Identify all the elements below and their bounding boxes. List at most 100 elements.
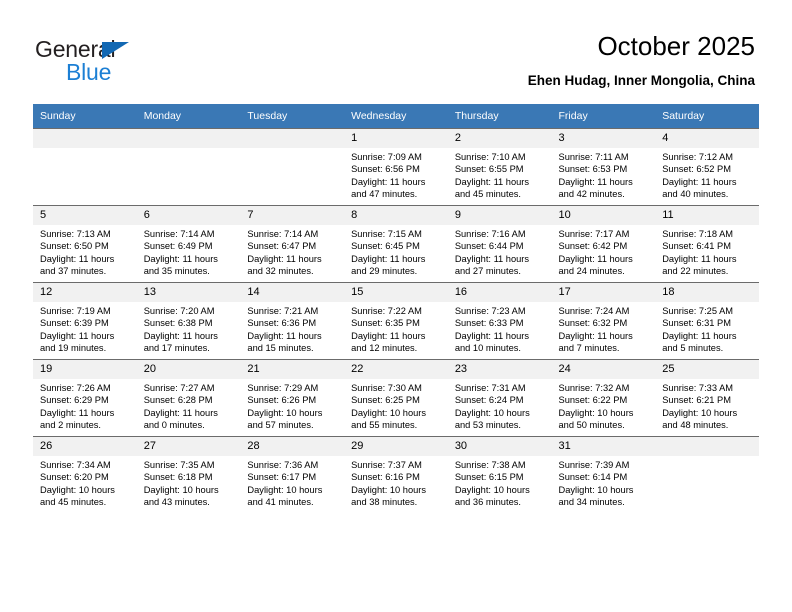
calendar-week-row: 5 Sunrise: 7:13 AM Sunset: 6:50 PM Daylight… <box>33 205 759 283</box>
day-details: Sunrise: 7:23 AM Sunset: 6:33 PM Daylight:… <box>448 302 552 355</box>
sunset-text: Sunset: 6:24 PM <box>454 395 524 406</box>
day-number <box>655 437 759 456</box>
calendar-day-cell[interactable]: 15 Sunrise: 7:22 AM Sunset: 6:35 PM Dayligh… <box>344 282 448 360</box>
weekday-header-row: Sunday Monday Tuesday Wednesday Thursday… <box>33 104 759 129</box>
daylight-text-line1: Daylight: 10 hours <box>40 484 115 495</box>
calendar-day-cell[interactable]: 19 Sunrise: 7:26 AM Sunset: 6:29 PM Dayligh… <box>33 359 137 437</box>
calendar-day-cell[interactable]: 9 Sunrise: 7:16 AM Sunset: 6:44 PM Daylight… <box>447 205 552 283</box>
daylight-text-line1: Daylight: 11 hours <box>662 176 737 187</box>
calendar-day-cell[interactable]: 5 Sunrise: 7:13 AM Sunset: 6:50 PM Daylight… <box>33 205 137 283</box>
calendar-day-cell[interactable]: 2 Sunrise: 7:10 AM Sunset: 6:55 PM Daylight… <box>447 128 552 206</box>
day-number: 12 <box>33 283 137 302</box>
calendar-day-cell[interactable]: 4 Sunrise: 7:12 AM Sunset: 6:52 PM Daylight… <box>655 128 759 206</box>
calendar-day-cell[interactable]: 25 Sunrise: 7:33 AM Sunset: 6:21 PM Dayligh… <box>655 359 759 437</box>
day-number: 8 <box>344 206 448 225</box>
day-details: Sunrise: 7:11 AM Sunset: 6:53 PM Daylight:… <box>552 148 656 201</box>
calendar-week-row: 19 Sunrise: 7:26 AM Sunset: 6:29 PM Dayligh… <box>33 359 759 437</box>
day-details: Sunrise: 7:25 AM Sunset: 6:31 PM Daylight:… <box>655 302 759 355</box>
weekday-header-monday: Monday <box>136 104 241 129</box>
calendar-day-cell[interactable]: 30 Sunrise: 7:38 AM Sunset: 6:15 PM Dayligh… <box>447 436 552 513</box>
day-number: 18 <box>655 283 759 302</box>
weekday-header-saturday: Saturday <box>655 104 759 129</box>
day-details: Sunrise: 7:16 AM Sunset: 6:44 PM Daylight:… <box>448 225 552 278</box>
calendar-day-cell[interactable]: 10 Sunrise: 7:17 AM Sunset: 6:42 PM Dayligh… <box>551 205 656 283</box>
day-number: 22 <box>344 360 448 379</box>
day-number: 11 <box>655 206 759 225</box>
calendar-day-cell[interactable]: 23 Sunrise: 7:31 AM Sunset: 6:24 PM Dayligh… <box>447 359 552 437</box>
calendar-day-cell[interactable]: 13 Sunrise: 7:20 AM Sunset: 6:38 PM Dayligh… <box>136 282 241 360</box>
sunset-text: Sunset: 6:38 PM <box>143 318 213 329</box>
calendar-day-cell[interactable]: 31 Sunrise: 7:39 AM Sunset: 6:14 PM Dayligh… <box>551 436 656 513</box>
daylight-text-line2: and 41 minutes. <box>247 497 314 508</box>
calendar-day-cell[interactable]: 16 Sunrise: 7:23 AM Sunset: 6:33 PM Dayligh… <box>447 282 552 360</box>
daylight-text-line1: Daylight: 11 hours <box>40 407 115 418</box>
calendar-day-cell[interactable]: 20 Sunrise: 7:27 AM Sunset: 6:28 PM Dayligh… <box>136 359 241 437</box>
day-number: 17 <box>551 283 656 302</box>
sunrise-text: Sunrise: 7:19 AM <box>40 306 111 316</box>
day-number <box>136 129 241 148</box>
sunset-text: Sunset: 6:33 PM <box>454 318 524 329</box>
calendar-day-cell[interactable]: 28 Sunrise: 7:36 AM Sunset: 6:17 PM Dayligh… <box>240 436 345 513</box>
sunset-text: Sunset: 6:18 PM <box>143 472 213 483</box>
day-details: Sunrise: 7:38 AM Sunset: 6:15 PM Daylight:… <box>448 456 552 509</box>
calendar-day-cell[interactable]: 27 Sunrise: 7:35 AM Sunset: 6:18 PM Dayligh… <box>136 436 241 513</box>
daylight-text-line2: and 45 minutes. <box>454 189 521 200</box>
daylight-text-line1: Daylight: 11 hours <box>454 253 530 264</box>
sunset-text: Sunset: 6:29 PM <box>40 395 109 406</box>
daylight-text-line1: Daylight: 11 hours <box>558 253 633 264</box>
daylight-text-line1: Daylight: 11 hours <box>143 330 218 341</box>
calendar-day-cell[interactable]: 18 Sunrise: 7:25 AM Sunset: 6:31 PM Dayligh… <box>655 282 759 360</box>
day-details: Sunrise: 7:12 AM Sunset: 6:52 PM Daylight:… <box>655 148 759 201</box>
calendar-day-cell[interactable]: 17 Sunrise: 7:24 AM Sunset: 6:32 PM Dayligh… <box>551 282 656 360</box>
day-number: 9 <box>447 206 552 225</box>
sunset-text: Sunset: 6:32 PM <box>558 318 628 329</box>
calendar-day-cell[interactable]: 11 Sunrise: 7:18 AM Sunset: 6:41 PM Dayligh… <box>655 205 759 283</box>
calendar-day-cell[interactable]: 8 Sunrise: 7:15 AM Sunset: 6:45 PM Daylight… <box>344 205 448 283</box>
calendar-day-cell[interactable]: 21 Sunrise: 7:29 AM Sunset: 6:26 PM Dayligh… <box>240 359 345 437</box>
title-block: October 2025 Ehen Hudag, Inner Mongolia,… <box>528 30 755 91</box>
daylight-text-line2: and 57 minutes. <box>247 420 314 431</box>
sunrise-text: Sunrise: 7:23 AM <box>454 306 526 316</box>
daylight-text-line1: Daylight: 10 hours <box>351 407 427 418</box>
calendar-day-cell-empty <box>240 128 345 206</box>
sunrise-text: Sunrise: 7:32 AM <box>558 383 630 393</box>
daylight-text-line1: Daylight: 10 hours <box>454 484 530 495</box>
day-number: 21 <box>240 360 345 379</box>
sunrise-text: Sunrise: 7:17 AM <box>558 229 630 239</box>
calendar-day-cell[interactable]: 29 Sunrise: 7:37 AM Sunset: 6:16 PM Dayligh… <box>344 436 448 513</box>
sunrise-text: Sunrise: 7:14 AM <box>247 229 319 239</box>
daylight-text-line1: Daylight: 11 hours <box>40 330 115 341</box>
general-blue-logo[interactable]: General Blue <box>35 36 235 86</box>
calendar-day-cell[interactable]: 7 Sunrise: 7:14 AM Sunset: 6:47 PM Daylight… <box>240 205 345 283</box>
sunset-text: Sunset: 6:31 PM <box>662 318 731 329</box>
day-details: Sunrise: 7:31 AM Sunset: 6:24 PM Daylight:… <box>448 379 552 432</box>
daylight-text-line2: and 50 minutes. <box>558 420 625 431</box>
daylight-text-line1: Daylight: 11 hours <box>662 330 737 341</box>
sunrise-text: Sunrise: 7:10 AM <box>454 152 526 162</box>
day-number: 5 <box>33 206 137 225</box>
day-details: Sunrise: 7:20 AM Sunset: 6:38 PM Daylight:… <box>137 302 241 355</box>
daylight-text-line2: and 55 minutes. <box>351 420 418 431</box>
daylight-text-line1: Daylight: 10 hours <box>662 407 738 418</box>
day-number <box>33 129 137 148</box>
daylight-text-line1: Daylight: 11 hours <box>351 330 426 341</box>
day-number: 6 <box>136 206 241 225</box>
calendar-day-cell[interactable]: 12 Sunrise: 7:19 AM Sunset: 6:39 PM Dayligh… <box>33 282 137 360</box>
daylight-text-line1: Daylight: 11 hours <box>454 176 530 187</box>
day-number: 26 <box>33 437 137 456</box>
day-number: 27 <box>136 437 241 456</box>
daylight-text-line2: and 0 minutes. <box>143 420 205 431</box>
daylight-text-line2: and 43 minutes. <box>143 497 210 508</box>
calendar-day-cell[interactable]: 3 Sunrise: 7:11 AM Sunset: 6:53 PM Daylight… <box>551 128 656 206</box>
sunrise-text: Sunrise: 7:27 AM <box>143 383 215 393</box>
day-details: Sunrise: 7:26 AM Sunset: 6:29 PM Daylight:… <box>33 379 137 432</box>
calendar-day-cell[interactable]: 1 Sunrise: 7:09 AM Sunset: 6:56 PM Daylight… <box>344 128 448 206</box>
calendar-day-cell[interactable]: 6 Sunrise: 7:14 AM Sunset: 6:49 PM Daylight… <box>136 205 241 283</box>
calendar-day-cell[interactable]: 14 Sunrise: 7:21 AM Sunset: 6:36 PM Dayligh… <box>240 282 345 360</box>
daylight-text-line1: Daylight: 10 hours <box>558 407 634 418</box>
calendar-day-cell[interactable]: 24 Sunrise: 7:32 AM Sunset: 6:22 PM Dayligh… <box>551 359 656 437</box>
day-details: Sunrise: 7:36 AM Sunset: 6:17 PM Daylight:… <box>240 456 344 509</box>
sunrise-text: Sunrise: 7:29 AM <box>247 383 319 393</box>
calendar-day-cell[interactable]: 22 Sunrise: 7:30 AM Sunset: 6:25 PM Dayligh… <box>344 359 448 437</box>
calendar-day-cell[interactable]: 26 Sunrise: 7:34 AM Sunset: 6:20 PM Dayligh… <box>33 436 137 513</box>
